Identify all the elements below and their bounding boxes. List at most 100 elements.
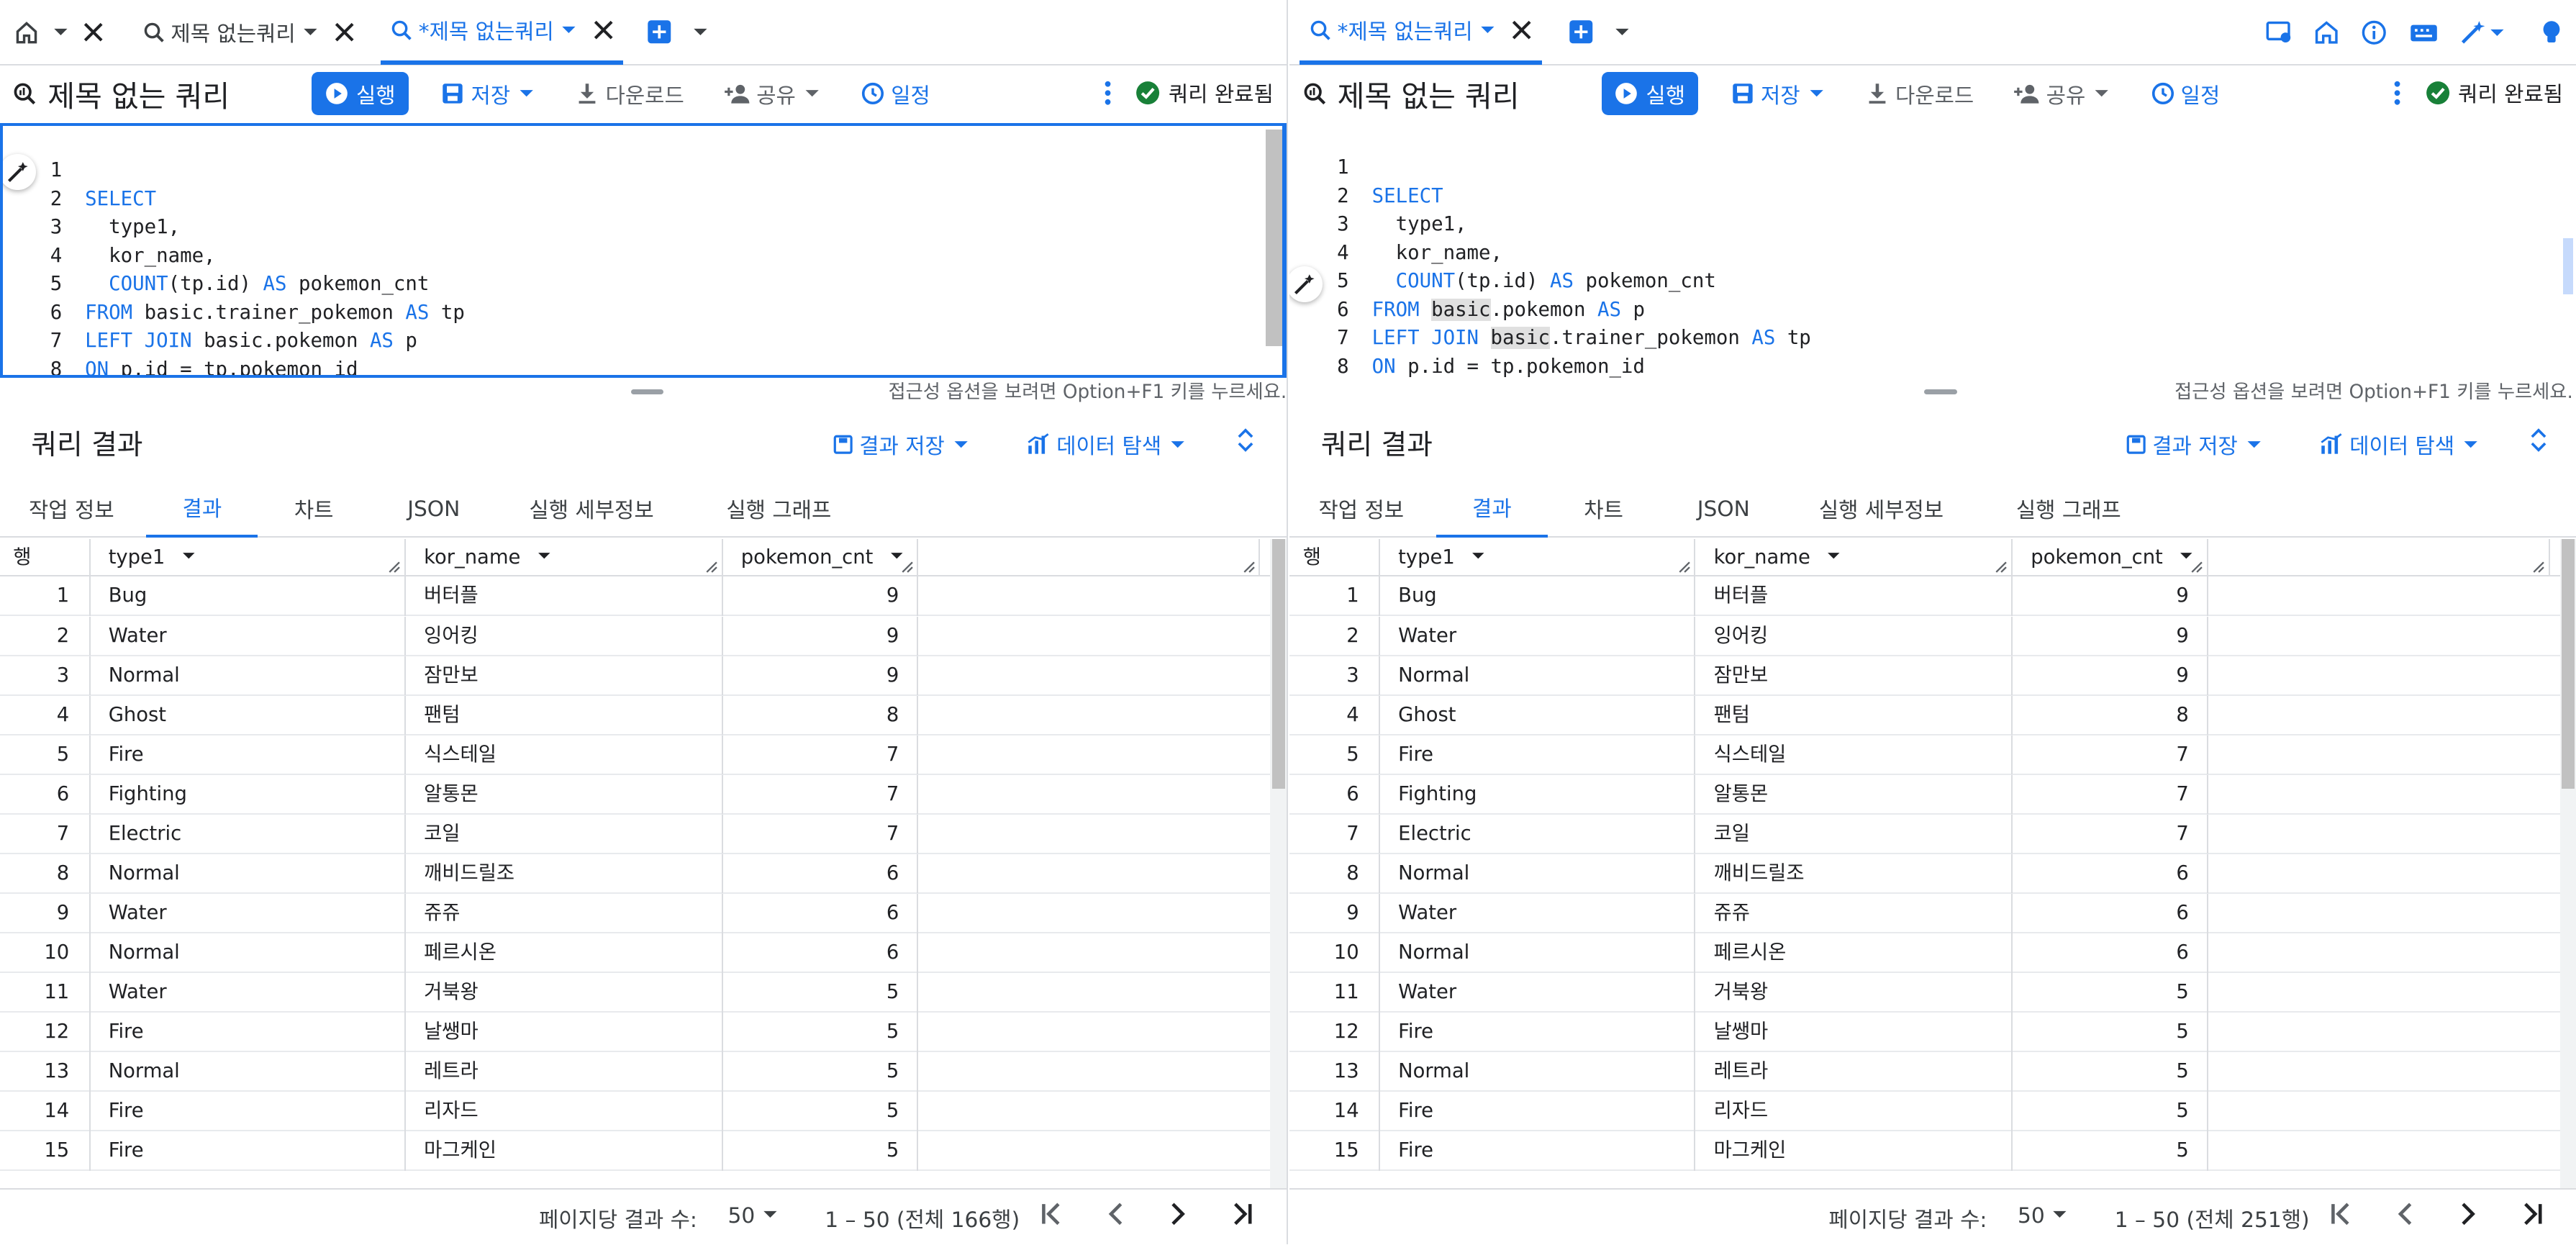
scrollbar-thumb[interactable] [2561,538,2575,789]
next-page-icon[interactable] [2452,1198,2485,1231]
table-row[interactable]: 5 Fire 식스테일 7 [1289,735,2560,775]
close-icon[interactable] [83,22,103,42]
table-row[interactable]: 6 Fighting 알통몬 7 [1289,774,2560,815]
table-row[interactable]: 12 Fire 날쌩마 5 [0,1012,1271,1052]
table-row[interactable]: 8 Normal 깨비드릴조 6 [0,854,1271,894]
code-line[interactable]: 7 ON p.id = tp.pokemon_id [3,299,1282,375]
scrollbar-thumb[interactable] [1271,538,1285,789]
share-button[interactable]: 공유 [2013,78,2112,109]
table-row[interactable]: 14 Fire 리자드 5 [1289,1091,2560,1131]
code-line[interactable]: 5 FROM basic.pokemon AS p [1289,239,2576,321]
chevron-down-icon[interactable] [1614,24,1631,40]
results-tab[interactable]: 결과 [146,480,258,538]
lightbulb-icon[interactable] [2540,19,2563,46]
code-line[interactable]: 9 ORDER BY pokemon_cnt DESC, kor_name [1289,353,2576,379]
table-row[interactable]: 14 Fire 리자드 5 [0,1091,1271,1131]
info-icon[interactable] [2361,19,2387,46]
table-row[interactable]: 2 Water 잉어킹 9 [1289,616,2560,656]
save-results-button[interactable]: 결과 저장 [833,429,971,460]
table-row[interactable]: 3 Normal 잠만보 9 [0,656,1271,696]
table-row[interactable]: 9 Water 쥬쥬 6 [1289,893,2560,933]
keyboard-icon[interactable] [2409,22,2439,45]
per-page-select[interactable]: 50 [728,1203,779,1228]
results-tab[interactable]: 작업 정보 [1289,480,1433,538]
code-assist-icon[interactable] [3,154,36,191]
column-header[interactable]: 행 [0,538,91,577]
column-header[interactable] [918,538,1261,577]
column-header[interactable]: 행 [1289,538,1381,577]
column-header[interactable] [2208,538,2550,577]
save-results-button[interactable]: 결과 저장 [2126,429,2264,460]
resize-handle[interactable] [1923,389,1957,394]
results-tab[interactable]: 차트 [1548,480,1659,538]
share-button[interactable]: 공유 [724,78,822,109]
sql-editor[interactable]: 1 SELECT 2 type1, 3 kor_name, 4 COUNT(tp… [1289,123,2576,378]
table-row[interactable]: 13 Normal 레트라 5 [0,1051,1271,1092]
more-vert-icon[interactable] [2394,80,2400,107]
table-row[interactable]: 2 Water 잉어킹 9 [0,616,1271,656]
table-row[interactable]: 9 Water 쥬쥬 6 [0,893,1271,933]
chevron-down-icon[interactable] [692,24,709,40]
code-line[interactable]: 2 type1, [1289,153,2576,236]
save-button[interactable]: 저장 [441,78,536,109]
table-row[interactable]: 6 Fighting 알통몬 7 [0,774,1271,815]
chevron-down-icon[interactable] [561,22,577,38]
code-line[interactable]: 1 SELECT [3,128,1282,210]
column-header[interactable]: pokemon_cnt [723,538,919,577]
column-header[interactable]: pokemon_cnt [2013,538,2208,577]
table-row[interactable]: 11 Water 거북왕 5 [1289,972,2560,1013]
table-row[interactable]: 7 Electric 코일 7 [0,814,1271,854]
next-page-icon[interactable] [1161,1198,1194,1231]
per-page-select[interactable]: 50 [2018,1203,2068,1228]
download-button[interactable]: 다운로드 [1866,78,1974,109]
explore-data-button[interactable]: 데이터 탐색 [2320,429,2481,460]
magic-wand-icon[interactable] [2459,19,2505,46]
chevron-down-icon[interactable] [53,24,69,40]
results-scrollbar[interactable] [2559,538,2576,1188]
code-line[interactable]: 6 LEFT JOIN basic.pokemon AS p [3,270,1282,353]
home-icon[interactable] [15,21,38,44]
table-row[interactable]: 1 Bug 버터플 9 [1289,576,2560,617]
results-tab[interactable]: JSON [1659,480,1787,538]
code-line[interactable]: 8 GROUP BY type1, kor_name [1289,324,2576,378]
results-tab[interactable]: 작업 정보 [0,480,143,538]
code-line[interactable]: 3 kor_name, [3,185,1282,267]
table-row[interactable]: 7 Electric 코일 7 [1289,814,2560,854]
last-page-icon[interactable] [1225,1198,1258,1231]
table-row[interactable]: 10 Normal 페르시온 6 [0,933,1271,973]
schedule-button[interactable]: 일정 [2151,78,2220,109]
screen-share-icon[interactable] [2266,19,2292,46]
code-line[interactable]: 8 GROUP BY type1, kor_name [3,327,1282,376]
table-row[interactable]: 8 Normal 깨비드릴조 6 [1289,854,2560,894]
last-page-icon[interactable] [2516,1198,2549,1231]
results-scrollbar[interactable] [1270,538,1287,1188]
editor-scrollbar[interactable] [1266,129,1283,347]
results-tab[interactable]: 실행 세부정보 [498,480,685,538]
column-header[interactable]: kor_name [406,538,723,577]
results-tab[interactable]: 실행 그래프 [685,480,872,538]
download-button[interactable]: 다운로드 [576,78,684,109]
results-tab[interactable]: 차트 [258,480,369,538]
table-row[interactable]: 3 Normal 잠만보 9 [1289,656,2560,696]
resize-handle[interactable] [630,389,664,394]
results-tab[interactable]: 실행 세부정보 [1787,480,1974,538]
query-tab[interactable]: 제목 없는쿼리 [133,0,365,65]
close-icon[interactable] [335,22,354,42]
prev-page-icon[interactable] [2389,1198,2422,1231]
schedule-button[interactable]: 일정 [861,78,930,109]
table-row[interactable]: 15 Fire 마그케인 5 [1289,1131,2560,1171]
code-line[interactable]: 1 SELECT [1289,125,2576,207]
table-row[interactable]: 13 Normal 레트라 5 [1289,1051,2560,1092]
close-icon[interactable] [594,20,613,40]
add-query-icon[interactable] [1568,19,1595,45]
run-button[interactable]: 실행 [1601,72,1699,115]
query-tab[interactable]: *제목 없는쿼리 [381,0,623,65]
close-icon[interactable] [1512,20,1532,40]
code-line[interactable]: 5 FROM basic.trainer_pokemon AS tp [3,242,1282,324]
prev-page-icon[interactable] [1099,1198,1133,1231]
table-row[interactable]: 4 Ghost 팬텀 8 [1289,695,2560,735]
code-line[interactable]: 7 ON p.id = tp.pokemon_id [1289,296,2576,378]
code-line[interactable]: 4 COUNT(tp.id) AS pokemon_cnt [3,213,1282,296]
table-row[interactable]: 12 Fire 날쌩마 5 [1289,1012,2560,1052]
table-row[interactable]: 1 Bug 버터플 9 [0,576,1271,617]
